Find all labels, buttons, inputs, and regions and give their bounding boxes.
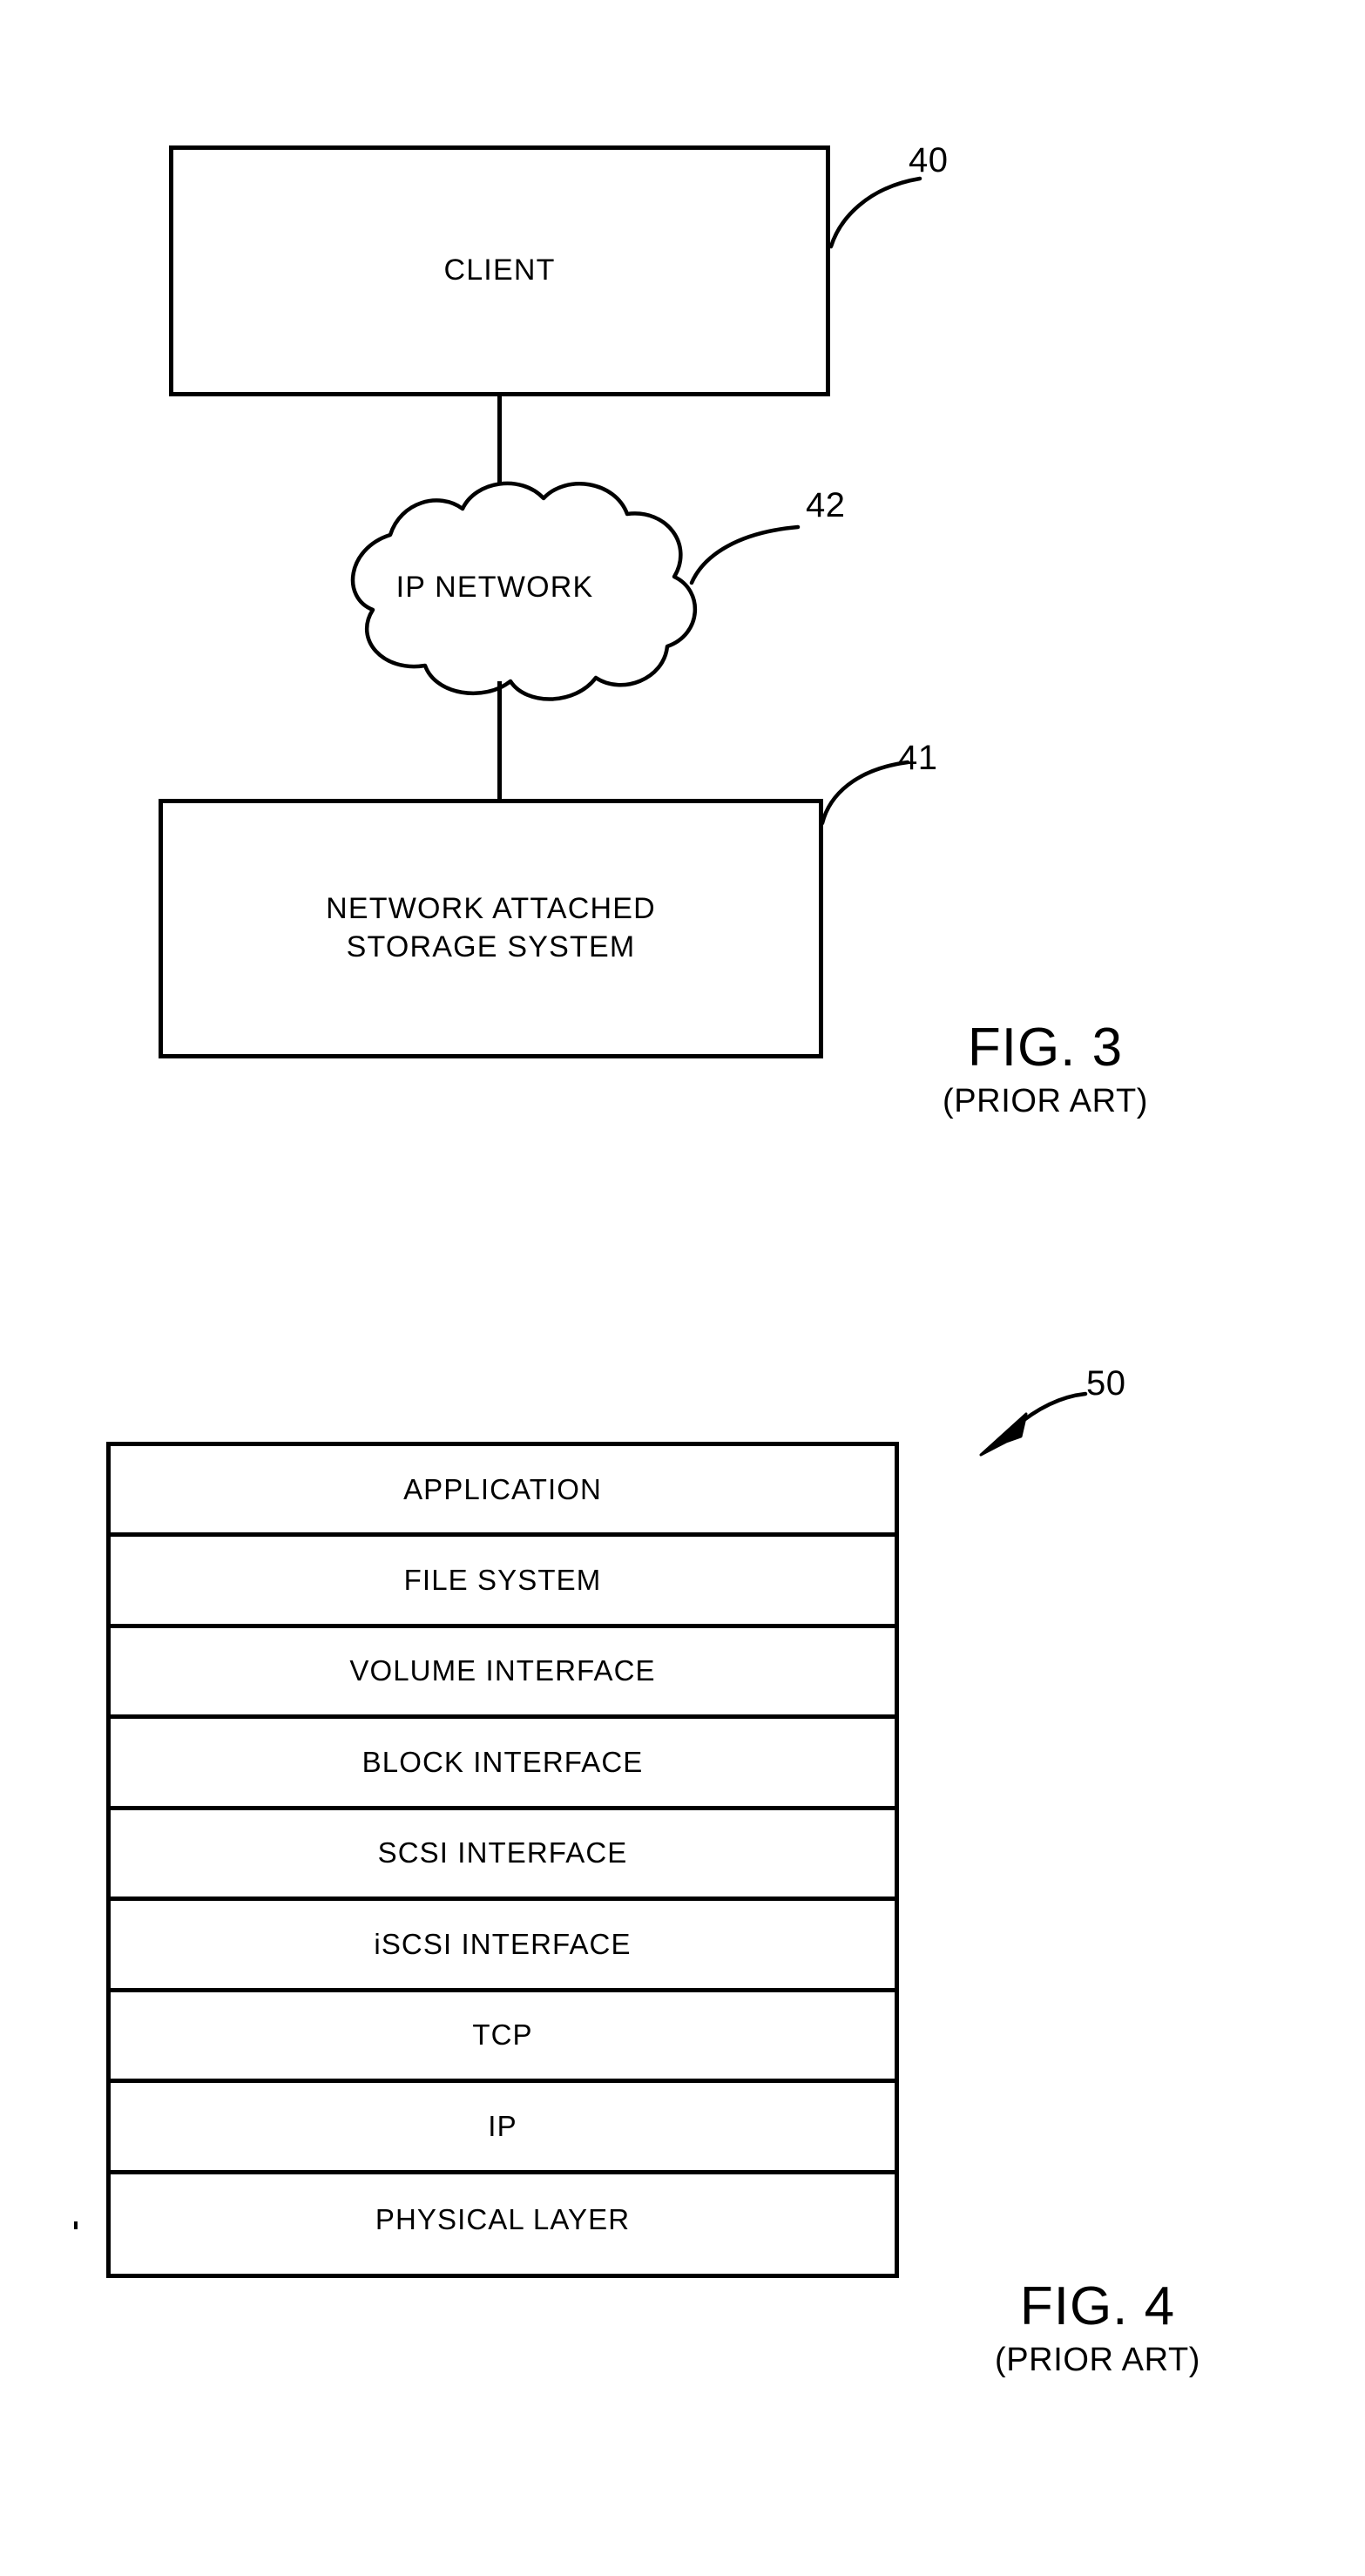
- stack-layer: VOLUME INTERFACE: [111, 1628, 895, 1720]
- leader-line-42: [689, 524, 801, 585]
- figure-4-caption: FIG. 4 (PRIOR ART): [915, 2278, 1281, 2378]
- protocol-stack: APPLICATION FILE SYSTEM VOLUME INTERFACE…: [106, 1442, 899, 2278]
- reference-numeral-40: 40: [909, 141, 949, 179]
- stack-layer-label: TCP: [472, 2018, 533, 2052]
- stack-layer-label: iSCSI INTERFACE: [374, 1927, 632, 1960]
- ip-network-cloud-label: IP NETWORK: [395, 571, 594, 604]
- stack-layer-label: FILE SYSTEM: [403, 1563, 602, 1596]
- reference-numeral-50: 50: [1086, 1364, 1126, 1403]
- nas-box-label-line1: NETWORK ATTACHED: [326, 892, 656, 926]
- scan-speck: [74, 2221, 78, 2229]
- stack-layer-label: SCSI INTERFACE: [377, 1836, 628, 1869]
- stack-layer: TCP: [111, 1992, 895, 2084]
- stack-layer: BLOCK INTERFACE: [111, 1719, 895, 1810]
- client-box: CLIENT: [169, 145, 830, 396]
- patent-drawing-sheet: CLIENT 40 IP NETWORK 42 NETWORK ATTACHED…: [0, 0, 1365, 2576]
- figure-4: 50 APPLICATION FILE SYSTEM VOLUME INTERF…: [0, 1263, 1365, 2570]
- stack-layer-label: VOLUME INTERFACE: [349, 1654, 656, 1687]
- figure-3: CLIENT 40 IP NETWORK 42 NETWORK ATTACHED…: [0, 0, 1365, 1220]
- figure-3-title: FIG. 3: [967, 1018, 1124, 1078]
- reference-numeral-42: 42: [806, 486, 846, 524]
- stack-layer: APPLICATION: [111, 1446, 895, 1538]
- client-box-label: CLIENT: [443, 254, 556, 287]
- figure-4-title: FIG. 4: [1019, 2276, 1176, 2336]
- figure-4-subtitle: (PRIOR ART): [994, 2342, 1201, 2379]
- ip-network-cloud: IP NETWORK: [251, 460, 739, 713]
- stack-layer: iSCSI INTERFACE: [111, 1901, 895, 1992]
- connector-network-to-nas: [497, 681, 502, 801]
- stack-layer: IP: [111, 2083, 895, 2174]
- stack-layer-label: PHYSICAL LAYER: [375, 2203, 631, 2235]
- stack-layer-label: IP: [488, 2109, 517, 2142]
- stack-layer: SCSI INTERFACE: [111, 1810, 895, 1902]
- stack-layer-label: BLOCK INTERFACE: [362, 1745, 644, 1778]
- leader-arrow-50: [979, 1391, 1088, 1457]
- stack-layer-label: APPLICATION: [403, 1472, 602, 1505]
- nas-box: NETWORK ATTACHED STORAGE SYSTEM: [159, 799, 823, 1058]
- nas-box-label-line2: STORAGE SYSTEM: [346, 930, 636, 963]
- figure-3-subtitle: (PRIOR ART): [942, 1083, 1149, 1120]
- stack-layer: FILE SYSTEM: [111, 1537, 895, 1628]
- reference-numeral-41: 41: [898, 739, 938, 777]
- figure-3-caption: FIG. 3 (PRIOR ART): [871, 1019, 1220, 1119]
- stack-layer: PHYSICAL LAYER: [111, 2174, 895, 2266]
